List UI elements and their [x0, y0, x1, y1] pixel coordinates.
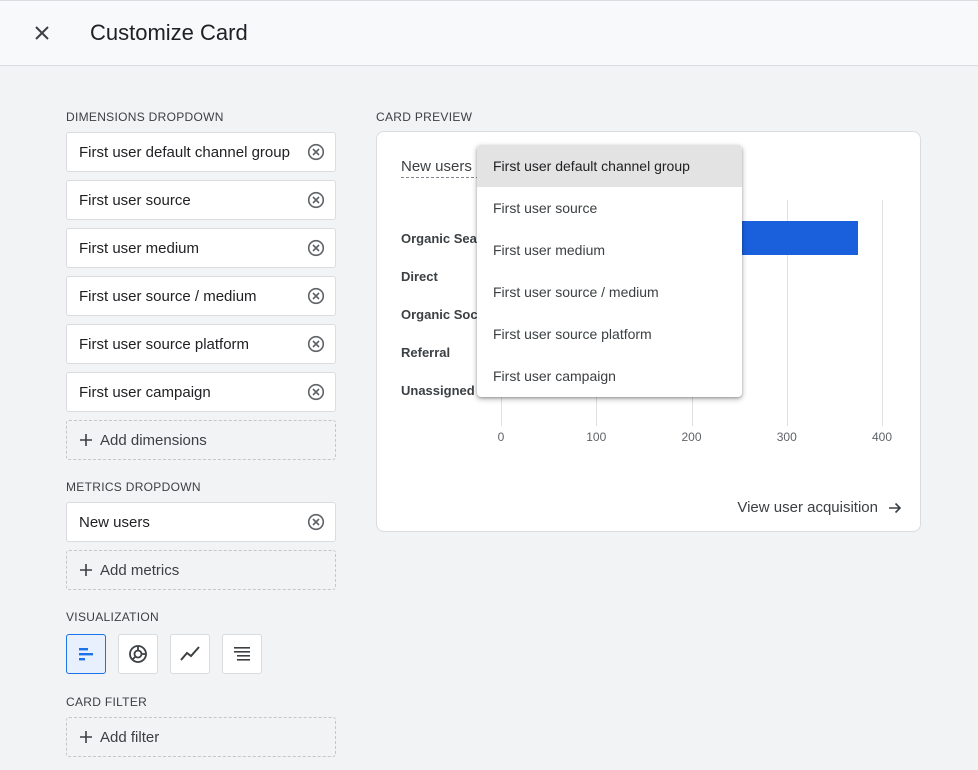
- page-title: Customize Card: [90, 20, 248, 45]
- metrics-label: METRICS DROPDOWN: [66, 480, 201, 494]
- plus-icon: [79, 433, 93, 447]
- dimension-chip-label: First user source: [79, 191, 191, 209]
- dimension-chip[interactable]: First user source: [66, 180, 336, 220]
- close-icon: [35, 26, 49, 40]
- add-dimensions-button[interactable]: Add dimensions: [66, 420, 336, 460]
- x-tick-label: 300: [776, 430, 797, 444]
- card-preview-label: CARD PREVIEW: [376, 110, 473, 124]
- table-icon: [234, 647, 250, 661]
- dimension-dropdown-menu: First user default channel group First us…: [477, 145, 742, 397]
- dropdown-option[interactable]: First user default channel group: [477, 145, 742, 187]
- remove-circle-icon[interactable]: [306, 334, 326, 354]
- remove-circle-icon[interactable]: [306, 142, 326, 162]
- card-filter-label: CARD FILTER: [66, 695, 148, 709]
- x-tick-label: 400: [871, 430, 893, 444]
- header-bar: Customize Card: [0, 0, 978, 66]
- dropdown-option[interactable]: First user medium: [477, 229, 742, 271]
- category-label: Organic Sear: [401, 231, 482, 246]
- add-filter-label: Add filter: [100, 728, 160, 746]
- dimension-chip[interactable]: First user campaign: [66, 372, 336, 412]
- visualization-label: VISUALIZATION: [66, 610, 160, 624]
- plus-icon: [79, 563, 93, 577]
- close-button[interactable]: [26, 17, 58, 49]
- donut-chart-icon: [129, 645, 147, 663]
- dimension-chip[interactable]: First user source platform: [66, 324, 336, 364]
- chart-gridline: [882, 200, 883, 426]
- dimension-chip[interactable]: First user default channel group: [66, 132, 336, 172]
- viz-bar-button[interactable]: [66, 634, 106, 674]
- category-label: Unassigned: [401, 383, 475, 398]
- category-label: Referral: [401, 345, 451, 360]
- view-link-label: View user acquisition: [737, 499, 878, 516]
- metric-chip[interactable]: New users: [66, 502, 336, 542]
- dropdown-option[interactable]: First user source / medium: [477, 271, 742, 313]
- dimension-chip-label: First user default channel group: [79, 143, 290, 161]
- dimension-chip-label: First user medium: [79, 239, 200, 257]
- card-title[interactable]: New users b: [401, 158, 485, 178]
- dimension-chip[interactable]: First user source / medium: [66, 276, 336, 316]
- add-metrics-label: Add metrics: [100, 561, 180, 579]
- arrow-right-icon: [888, 501, 902, 515]
- dimension-chip-label: First user source platform: [79, 335, 250, 353]
- add-metrics-button[interactable]: Add metrics: [66, 550, 336, 590]
- line-chart-icon: [180, 646, 200, 661]
- category-label: Organic Socia: [401, 307, 489, 322]
- add-filter-button[interactable]: Add filter: [66, 717, 336, 757]
- remove-circle-icon[interactable]: [306, 382, 326, 402]
- dimension-chip[interactable]: First user medium: [66, 228, 336, 268]
- viz-line-button[interactable]: [170, 634, 210, 674]
- metric-chip-label: New users: [79, 513, 150, 531]
- viz-table-button[interactable]: [222, 634, 262, 674]
- dimension-chip-label: First user source / medium: [79, 287, 257, 305]
- dropdown-option[interactable]: First user campaign: [477, 355, 742, 397]
- add-dimensions-label: Add dimensions: [100, 431, 207, 449]
- x-tick-label: 100: [586, 430, 607, 444]
- dimensions-label: DIMENSIONS DROPDOWN: [66, 110, 224, 124]
- x-tick-label: 200: [681, 430, 702, 444]
- x-tick-label: 0: [497, 430, 505, 444]
- category-label: Direct: [401, 269, 438, 284]
- dropdown-option[interactable]: First user source: [477, 187, 742, 229]
- dropdown-option[interactable]: First user source platform: [477, 313, 742, 355]
- view-user-acquisition-link[interactable]: View user acquisition: [737, 499, 902, 516]
- viz-donut-button[interactable]: [118, 634, 158, 674]
- remove-circle-icon[interactable]: [306, 286, 326, 306]
- plus-icon: [79, 730, 93, 744]
- remove-circle-icon[interactable]: [306, 512, 326, 532]
- dimension-chip-label: First user campaign: [79, 383, 211, 401]
- remove-circle-icon[interactable]: [306, 238, 326, 258]
- bar-chart-icon: [79, 648, 93, 661]
- remove-circle-icon[interactable]: [306, 190, 326, 210]
